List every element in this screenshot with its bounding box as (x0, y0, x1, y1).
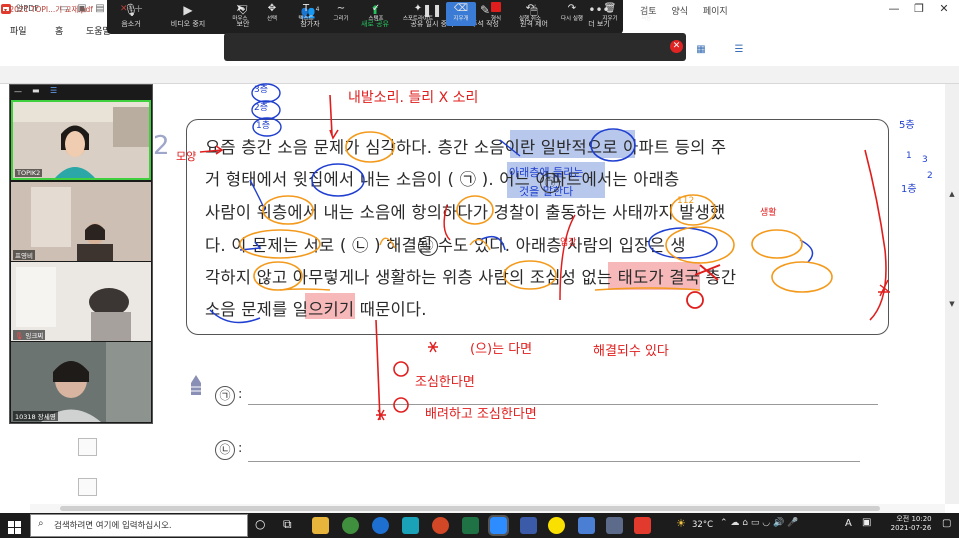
participant-tile[interactable]: TOPIK2 (11, 100, 151, 180)
note-attitude: 입장 (560, 236, 577, 248)
note-floor-3: 3층 (254, 84, 268, 95)
participant-name-text: 잉크찌 (25, 332, 44, 340)
task-view-icon[interactable]: ⧉ (283, 517, 292, 532)
note-considerate: 배려하고 조심한다면 (425, 407, 537, 422)
participant-name: 🎙 잉크찌 (13, 330, 46, 340)
browser-icon[interactable] (342, 517, 359, 534)
chevron-up-icon[interactable]: ⌃ (720, 518, 728, 528)
note-floor-1: 1층 (256, 120, 270, 131)
store-icon[interactable] (402, 517, 419, 534)
weather-sun-icon[interactable]: ☀ (676, 517, 686, 530)
note-life: 생활 (760, 206, 777, 218)
panel-gallery-icon[interactable]: ☰ (50, 86, 57, 95)
blank-marker-1: ㉠ (540, 173, 560, 193)
note-condition: (으)는 다면 (470, 342, 532, 357)
notification-icon[interactable]: ▢ (942, 518, 951, 529)
zoom-icon[interactable] (488, 515, 509, 536)
excel-icon[interactable] (462, 517, 479, 534)
app-icon[interactable] (606, 517, 623, 534)
powerpoint-icon[interactable] (432, 517, 449, 534)
search-icon: ⌕ (38, 518, 44, 529)
file-explorer-icon[interactable] (312, 517, 329, 534)
note-right-num-2: 2 (927, 171, 933, 181)
muted-mic-icon: 🎙 (15, 332, 24, 340)
participant-tile[interactable]: 프영비 (11, 182, 151, 261)
participant-video-4 (11, 342, 151, 422)
participant-name: 프영비 (13, 250, 35, 260)
note-careful: 조심한다면 (415, 375, 475, 390)
note-top: 내발소리. 들리 X 소리 (348, 90, 478, 106)
system-tray[interactable]: ⌃ ☁ ⌂ ▭ ◡ 🔊 🎤 (720, 518, 798, 528)
volume-icon[interactable]: 🔊 (773, 518, 784, 528)
cortana-icon[interactable]: ○ (255, 517, 265, 531)
blank-marker-2: ㉡ (418, 236, 438, 256)
note-resolved: 해결되수 있다 (593, 344, 669, 359)
panel-view-icon[interactable]: ▬ (32, 86, 40, 95)
wifi-icon[interactable]: ◡ (762, 518, 770, 528)
clock-time[interactable]: 오전 10:20 (893, 514, 935, 524)
network-icon[interactable]: ⌂ (742, 518, 748, 528)
kakaotalk-icon[interactable] (548, 517, 565, 534)
ime-mode-icon[interactable]: ▣ (862, 517, 871, 528)
panel-minimize-icon[interactable]: — (14, 87, 22, 96)
app-icon[interactable] (520, 517, 537, 534)
note-right-bottom: 1층 (901, 183, 917, 195)
weather-temperature[interactable]: 32°C (692, 520, 713, 530)
note-right-top: 5층 (899, 119, 915, 131)
ime-indicator[interactable]: A (845, 518, 852, 529)
windows-start-icon[interactable] (8, 519, 21, 534)
note-margin-left: 모양 (176, 150, 196, 163)
battery-icon[interactable]: ▭ (751, 518, 760, 528)
edge-icon[interactable] (372, 517, 389, 534)
alpdf-taskbar-icon[interactable] (634, 517, 651, 534)
participant-name: 10318 장세영 (13, 411, 58, 421)
participant-tile[interactable]: 🎙 잉크찌 (11, 262, 151, 341)
search-placeholder: 검색하려면 여기에 입력하십시오. (54, 521, 172, 531)
participant-name: TOPIK2 (15, 169, 43, 177)
microphone-tray-icon[interactable]: 🎤 (787, 518, 798, 528)
app-icon[interactable] (578, 517, 595, 534)
cloud-icon[interactable]: ☁ (730, 518, 739, 528)
participant-tile[interactable]: 10318 장세영 (11, 342, 151, 422)
note-right-num-1: 1 (906, 151, 912, 161)
participant-video-1 (13, 102, 149, 178)
clock-date[interactable]: 2021-07-26 (886, 524, 936, 532)
note-right-num-3: 3 (922, 155, 928, 165)
